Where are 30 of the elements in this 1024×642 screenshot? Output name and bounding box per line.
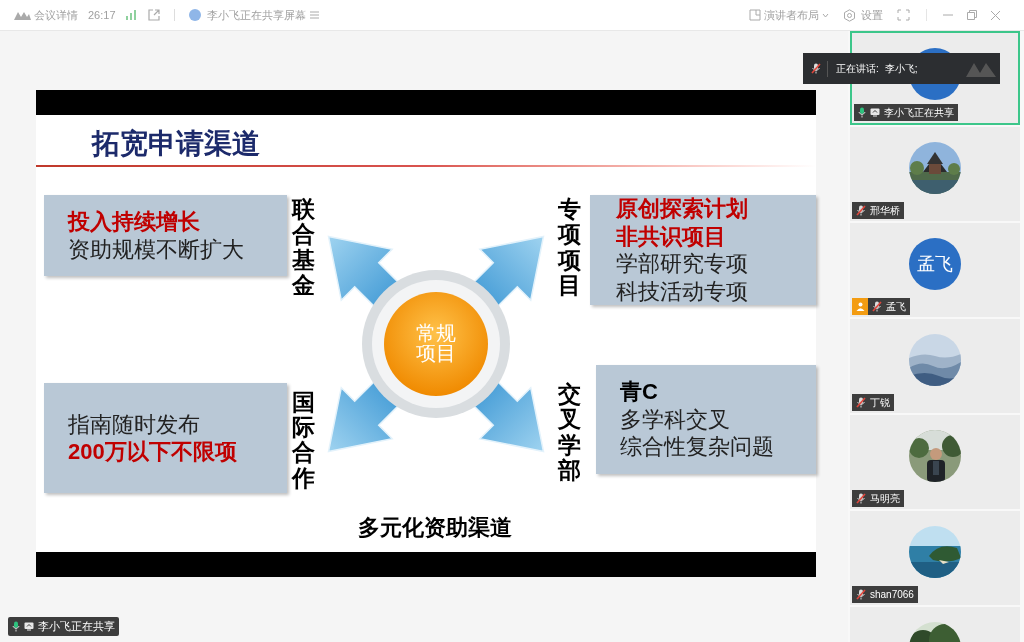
slide-title: 拓宽申请渠道 [92, 127, 261, 161]
participant-name: 丁锐 [870, 396, 890, 410]
box-text: 科技活动专项 [615, 277, 749, 305]
participant-name: shan7066 [870, 588, 914, 602]
box-text: 多学科交叉 [619, 405, 731, 434]
vertical-label: 交叉学部 [558, 382, 582, 484]
box-text: 原创探索计划 [615, 195, 749, 223]
avatar: 孟飞 [909, 238, 961, 290]
vertical-label: 专项项目 [558, 197, 582, 299]
box-text: 青C [619, 378, 659, 406]
box-text: 200万以下不限项 [67, 438, 238, 466]
box-text: 指南随时发布 [67, 410, 201, 438]
box-text: 非共识项目 [615, 222, 727, 250]
participant-name: 孟飞 [886, 300, 906, 314]
participant-name: 马明亮 [870, 492, 900, 506]
box-text: 学部研究专项 [615, 250, 749, 278]
vertical-label: 国际合作 [292, 389, 316, 491]
meeting-duration: 26:17 [88, 7, 116, 23]
participant-name: 邢华桥 [870, 204, 900, 218]
box-text: 投入持续增长 [66, 208, 201, 236]
badge-text: 李小飞正在共享 [38, 619, 115, 635]
hub-label: 常规 项目 [416, 322, 457, 364]
participant-name: 李小飞正在共享 [884, 106, 954, 120]
slide-footer: 多元化资助渠道 [36, 511, 816, 544]
sharing-status: 李小飞正在共享屏幕 [206, 7, 306, 23]
speaker-name: 李小飞; [884, 62, 918, 76]
box-text: 资助规模不断扩大 [67, 235, 245, 263]
vertical-label: 联合基金 [292, 197, 316, 299]
speaking-label: 正在讲话: [836, 62, 879, 76]
box-text: 综合性复杂问题 [619, 433, 775, 461]
